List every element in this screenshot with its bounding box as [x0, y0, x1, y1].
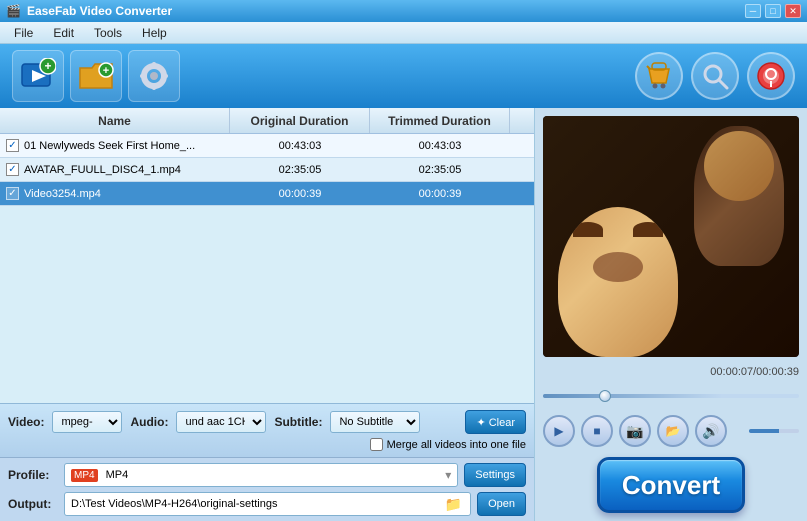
maximize-button[interactable]: □	[765, 4, 781, 18]
app-icon: 🎬	[6, 4, 21, 18]
table-row[interactable]: Video3254.mp4 00:00:39 00:00:39	[0, 182, 534, 206]
merge-row: Merge all videos into one file	[8, 438, 526, 451]
clear-button[interactable]: ✦ Clear	[465, 410, 526, 434]
minimize-button[interactable]: ─	[745, 4, 761, 18]
time-display: 00:00:07/00:00:39	[543, 366, 799, 378]
menu-edit[interactable]: Edit	[43, 24, 84, 42]
trimmed-duration-cell: 02:35:05	[370, 158, 510, 181]
window-controls: ─ □ ✕	[745, 4, 801, 18]
profile-output-section: Profile: MP4 MP4 ▾ Settings Output: D:\T…	[0, 457, 534, 521]
screenshot-button[interactable]: 📷	[619, 415, 651, 447]
menu-bar: File Edit Tools Help	[0, 22, 807, 44]
output-label: Output:	[8, 497, 58, 511]
file-name-cell: 01 Newlyweds Seek First Home_...	[0, 134, 230, 157]
close-button[interactable]: ✕	[785, 4, 801, 18]
menu-help[interactable]: Help	[132, 24, 177, 42]
seek-bar[interactable]	[543, 390, 799, 402]
help-button[interactable]	[747, 52, 795, 100]
file-panel: Name Original Duration Trimmed Duration …	[0, 108, 535, 521]
merge-checkbox[interactable]	[370, 438, 383, 451]
mp4-icon: MP4	[71, 469, 98, 482]
file-table: Name Original Duration Trimmed Duration …	[0, 108, 534, 256]
merge-label: Merge all videos into one file	[387, 439, 526, 451]
media-controls: Video: mpeg- Audio: und aac 1CH Subtitle…	[0, 403, 534, 457]
output-path-text: D:\Test Videos\MP4-H264\original-setting…	[71, 498, 277, 510]
audio-label: Audio:	[130, 415, 168, 429]
file-checkbox[interactable]	[6, 187, 19, 200]
toolbar: + +	[0, 44, 807, 108]
toolbar-right	[635, 52, 795, 100]
video-preview	[543, 116, 799, 357]
title-bar-text: EaseFab Video Converter	[27, 4, 739, 18]
folder-open-button[interactable]: 📂	[657, 415, 689, 447]
audio-select[interactable]: und aac 1CH	[176, 411, 266, 433]
video-select[interactable]: mpeg-	[52, 411, 122, 433]
file-checkbox[interactable]	[6, 139, 19, 152]
title-bar: 🎬 EaseFab Video Converter ─ □ ✕	[0, 0, 807, 22]
play-button[interactable]: ▶	[543, 415, 575, 447]
table-row[interactable]: 01 Newlyweds Seek First Home_... 00:43:0…	[0, 134, 534, 158]
profile-row: Profile: MP4 MP4 ▾ Settings	[8, 463, 526, 487]
original-duration-cell: 02:35:05	[230, 158, 370, 181]
settings-button[interactable]: Settings	[464, 463, 526, 487]
file-checkbox[interactable]	[6, 163, 19, 176]
stop-button[interactable]: ■	[581, 415, 613, 447]
file-name-cell: AVATAR_FUULL_DISC4_1.mp4	[0, 158, 230, 181]
profile-input[interactable]: MP4 MP4 ▾	[64, 463, 458, 487]
column-original-duration: Original Duration	[230, 108, 370, 133]
playback-controls: ▶ ■ 📷 📂 🔊	[543, 415, 799, 447]
column-trimmed-duration: Trimmed Duration	[370, 108, 510, 133]
settings-toolbar-button[interactable]	[128, 50, 180, 102]
volume-slider[interactable]	[749, 429, 799, 433]
seek-bar-thumb[interactable]	[599, 390, 611, 402]
trimmed-duration-cell: 00:00:39	[370, 182, 510, 205]
menu-tools[interactable]: Tools	[84, 24, 132, 42]
profile-dropdown-arrow[interactable]: ▾	[445, 468, 451, 482]
main-content: Name Original Duration Trimmed Duration …	[0, 108, 807, 521]
original-duration-cell: 00:43:03	[230, 134, 370, 157]
search-button[interactable]	[691, 52, 739, 100]
svg-text:+: +	[44, 59, 51, 73]
add-folder-button[interactable]: +	[70, 50, 122, 102]
video-thumbnail	[543, 116, 799, 357]
menu-file[interactable]: File	[4, 24, 43, 42]
seek-bar-track	[543, 394, 799, 398]
table-row[interactable]: AVATAR_FUULL_DISC4_1.mp4 02:35:05 02:35:…	[0, 158, 534, 182]
subtitle-select[interactable]: No Subtitle	[330, 411, 420, 433]
svg-text:+: +	[103, 65, 109, 77]
open-button[interactable]: Open	[477, 492, 526, 516]
table-header: Name Original Duration Trimmed Duration	[0, 108, 534, 134]
trimmed-duration-cell: 00:43:03	[370, 134, 510, 157]
video-label: Video:	[8, 415, 44, 429]
profile-value: MP4	[106, 469, 129, 481]
video-audio-row: Video: mpeg- Audio: und aac 1CH Subtitle…	[8, 410, 526, 434]
volume-button[interactable]: 🔊	[695, 415, 727, 447]
add-video-button[interactable]: +	[12, 50, 64, 102]
file-name-cell: Video3254.mp4	[0, 182, 230, 205]
output-row: Output: D:\Test Videos\MP4-H264\original…	[8, 492, 526, 516]
file-table-body: 01 Newlyweds Seek First Home_... 00:43:0…	[0, 134, 534, 206]
convert-button[interactable]: Convert	[597, 457, 745, 513]
profile-label: Profile:	[8, 468, 58, 482]
original-duration-cell: 00:00:39	[230, 182, 370, 205]
folder-icon: 📁	[445, 496, 462, 513]
column-name: Name	[0, 108, 230, 133]
output-path[interactable]: D:\Test Videos\MP4-H264\original-setting…	[64, 492, 471, 516]
subtitle-label: Subtitle:	[274, 415, 322, 429]
shop-button[interactable]	[635, 52, 683, 100]
